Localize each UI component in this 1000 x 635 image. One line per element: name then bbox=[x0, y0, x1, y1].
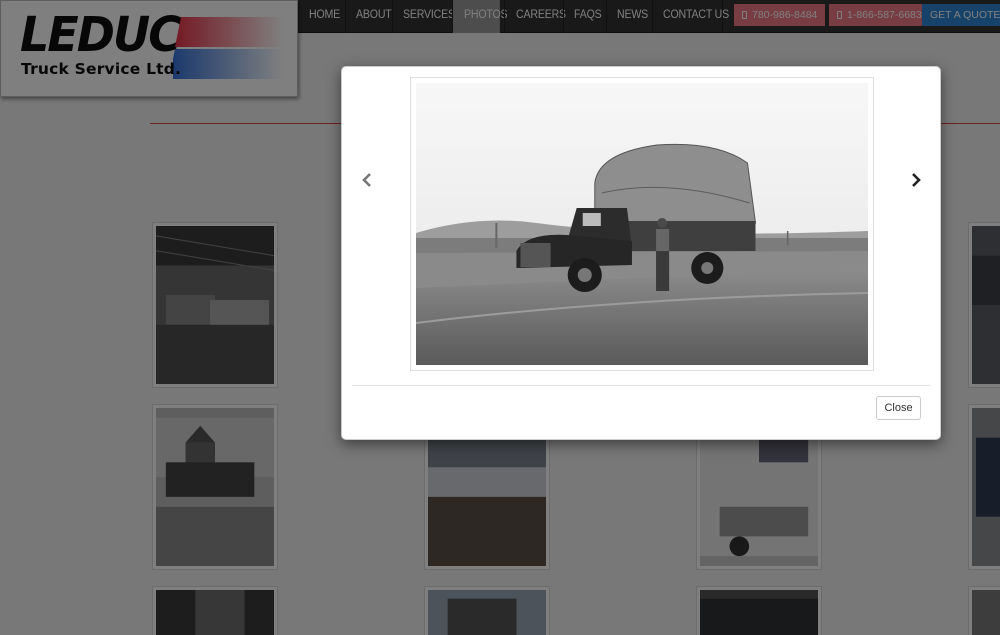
modal-footer-divider bbox=[352, 385, 930, 386]
next-photo-button[interactable] bbox=[904, 167, 928, 193]
vintage-truck-photo bbox=[416, 83, 868, 365]
photo-lightbox-modal: Close bbox=[341, 66, 941, 440]
lightbox-image bbox=[410, 77, 874, 371]
chevron-left-icon bbox=[362, 173, 371, 187]
close-button[interactable]: Close bbox=[876, 396, 921, 420]
chevron-right-icon bbox=[912, 173, 921, 187]
prev-photo-button[interactable] bbox=[355, 167, 379, 193]
